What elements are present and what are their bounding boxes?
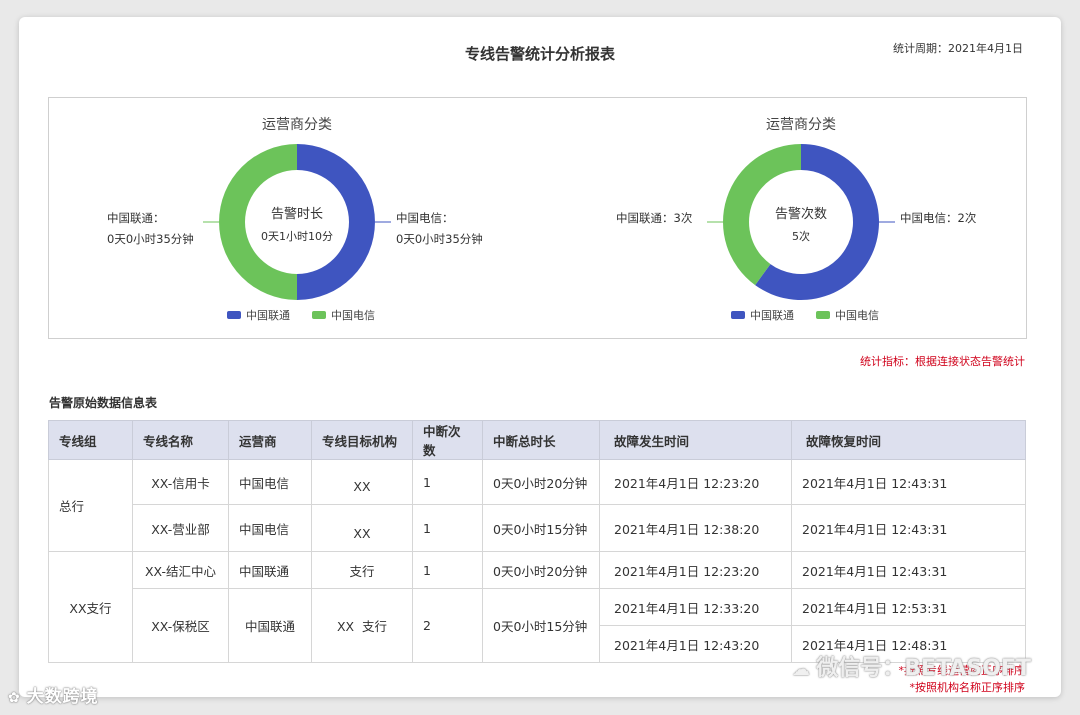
operator-cell: 中国电信: [228, 459, 312, 505]
chart-2-right-label-line1: 中国电信：2次: [900, 211, 977, 225]
col-header[interactable]: 中断总时长: [482, 420, 600, 460]
chart-panel: 运营商分类 告警时长 0天1小时10分 中国联通： 0天0小时35分钟 中国电信：…: [48, 97, 1027, 339]
chart-2-right-label: 中国电信：2次: [900, 208, 976, 229]
table-header-row: 专线组 专线名称 运营商 专线目标机构 中断次数 中断总时长 故障发生时间 故障…: [48, 420, 1026, 460]
chart-1-right-label-line1: 中国电信：: [396, 211, 454, 225]
donut-slice-unicom[interactable]: [297, 144, 375, 300]
legend-swatch-icon: [816, 311, 830, 319]
legend-swatch-icon: [312, 311, 326, 319]
watermark-left-text: 大数跨境: [26, 687, 99, 707]
watermark-right-text: 微信号：BETASOFT: [816, 656, 1031, 681]
start-time-cell: 2021年4月1日 12:33:20: [599, 588, 792, 626]
wechat-logo-icon: ☁: [792, 659, 817, 680]
line-name-cell: XX-信用卡: [132, 459, 229, 505]
chart-1-left-label-line2: 0天0小时35分钟: [107, 232, 194, 246]
table-row: XX-营业部 中国电信 XX 1 0天0小时15分钟 2021年4月1日 12:…: [49, 504, 1026, 552]
col-header[interactable]: 专线名称: [132, 420, 229, 460]
count-cell: 1: [412, 459, 483, 505]
legend-item-telecom[interactable]: 中国电信: [816, 307, 879, 323]
donut-center-value: 0天1小时10分: [261, 230, 333, 243]
count-cell: 1: [412, 504, 483, 552]
donut-slice-telecom[interactable]: [219, 144, 297, 300]
alarm-table: 专线组 专线名称 运营商 专线目标机构 中断次数 中断总时长 故障发生时间 故障…: [48, 420, 1026, 663]
report-period: 统计周期：2021年4月1日: [893, 42, 1023, 55]
chart-2-donut: 告警次数 5次: [707, 144, 895, 300]
donut-center-title: 告警时长: [271, 206, 323, 222]
operator-cell: 中国联通: [228, 588, 312, 663]
table-row: XX支行 XX-结汇中心 中国联通 支行 1 0天0小时20分钟 2021年4月…: [48, 551, 1026, 663]
start-time-cell: 2021年4月1日 12:23:20: [599, 459, 792, 505]
weibo-logo-icon: ✿: [8, 690, 27, 706]
start-time-cell: 2021年4月1日 12:23:20: [599, 551, 792, 589]
group-cell: 总行: [48, 459, 133, 552]
chart-2-title: 运营商分类: [766, 117, 836, 133]
col-header[interactable]: 专线组: [48, 420, 133, 460]
col-header[interactable]: 中断次数: [412, 420, 483, 460]
watermark-left: ✿ 大数跨境: [8, 682, 99, 707]
line-name-cell: XX-结汇中心: [132, 551, 229, 589]
chart-2-left-label: 中国联通：3次: [616, 208, 692, 229]
end-time-cell: 2021年4月1日 12:53:31: [791, 588, 1026, 626]
col-header[interactable]: 专线目标机构: [311, 420, 413, 460]
legend-label: 中国电信: [835, 309, 879, 322]
line-name-cell: XX-保税区: [132, 588, 229, 663]
chart-1-title: 运营商分类: [262, 117, 332, 133]
legend-item-telecom[interactable]: 中国电信: [312, 307, 375, 323]
stat-note: 统计指标：根据连接状态告警统计: [860, 355, 1025, 368]
chart-1-legend[interactable]: 中国联通 中国电信: [227, 307, 391, 323]
end-time-cell: 2021年4月1日 12:43:31: [791, 459, 1026, 505]
col-header[interactable]: 运营商: [228, 420, 312, 460]
start-time-cell: 2021年4月1日 12:38:20: [599, 504, 792, 552]
target-cell: XX 支行: [311, 588, 413, 663]
operator-cell: 中国联通: [228, 551, 312, 589]
donut-center-title: 告警次数: [775, 206, 827, 222]
legend-label: 中国联通: [246, 309, 290, 322]
chart-1-right-label-line2: 0天0小时35分钟: [396, 232, 483, 246]
col-header[interactable]: 故障发生时间: [599, 420, 792, 460]
chart-2-left-label-line1: 中国联通：3次: [616, 211, 693, 225]
legend-swatch-icon: [731, 311, 745, 319]
start-time-cell: 2021年4月1日 12:43:20: [599, 625, 792, 663]
legend-swatch-icon: [227, 311, 241, 319]
watermark-right: ☁ 微信号：BETASOFT: [792, 650, 1031, 682]
donut-center-value: 5次: [792, 229, 810, 243]
group-cell: XX支行: [48, 551, 133, 663]
count-cell: 1: [412, 551, 483, 589]
table-row: 总行 XX-信用卡 中国电信 XX 1 0天0小时20分钟 2021年4月1日 …: [48, 459, 1026, 552]
col-header[interactable]: 故障恢复时间: [791, 420, 1026, 460]
end-time-cell: 2021年4月1日 12:43:31: [791, 551, 1026, 589]
report-card: 专线告警统计分析报表 统计周期：2021年4月1日 运营商分类 告警时长 0天1小…: [19, 17, 1061, 697]
target-cell: 支行: [311, 551, 413, 589]
end-time-cell: 2021年4月1日 12:43:31: [791, 504, 1026, 552]
line-name-cell: XX-营业部: [132, 504, 229, 552]
operator-cell: 中国电信: [228, 504, 312, 552]
target-cell: XX: [311, 504, 413, 552]
chart-1-left-label: 中国联通： 0天0小时35分钟: [107, 208, 194, 250]
duration-cell: 0天0小时20分钟: [482, 551, 600, 589]
table-row: XX-保税区 中国联通 XX 支行 2 0天0小时15分钟 2021年4月1日 …: [49, 588, 1026, 663]
chart-1-left-label-line1: 中国联通：: [107, 211, 165, 225]
table-title: 告警原始数据信息表: [49, 396, 158, 410]
chart-1-right-label: 中国电信： 0天0小时35分钟: [396, 208, 483, 250]
chart-2-legend[interactable]: 中国联通 中国电信: [731, 307, 895, 323]
target-cell: XX: [311, 459, 413, 505]
count-cell: 2: [412, 588, 483, 663]
duration-cell: 0天0小时20分钟: [482, 459, 600, 505]
legend-label: 中国电信: [331, 309, 375, 322]
chart-1-donut: 告警时长 0天1小时10分: [203, 144, 391, 300]
legend-item-unicom[interactable]: 中国联通: [731, 307, 794, 323]
legend-label: 中国联通: [750, 309, 794, 322]
legend-item-unicom[interactable]: 中国联通: [227, 307, 290, 323]
duration-cell: 0天0小时15分钟: [482, 504, 600, 552]
duration-cell: 0天0小时15分钟: [482, 588, 600, 663]
